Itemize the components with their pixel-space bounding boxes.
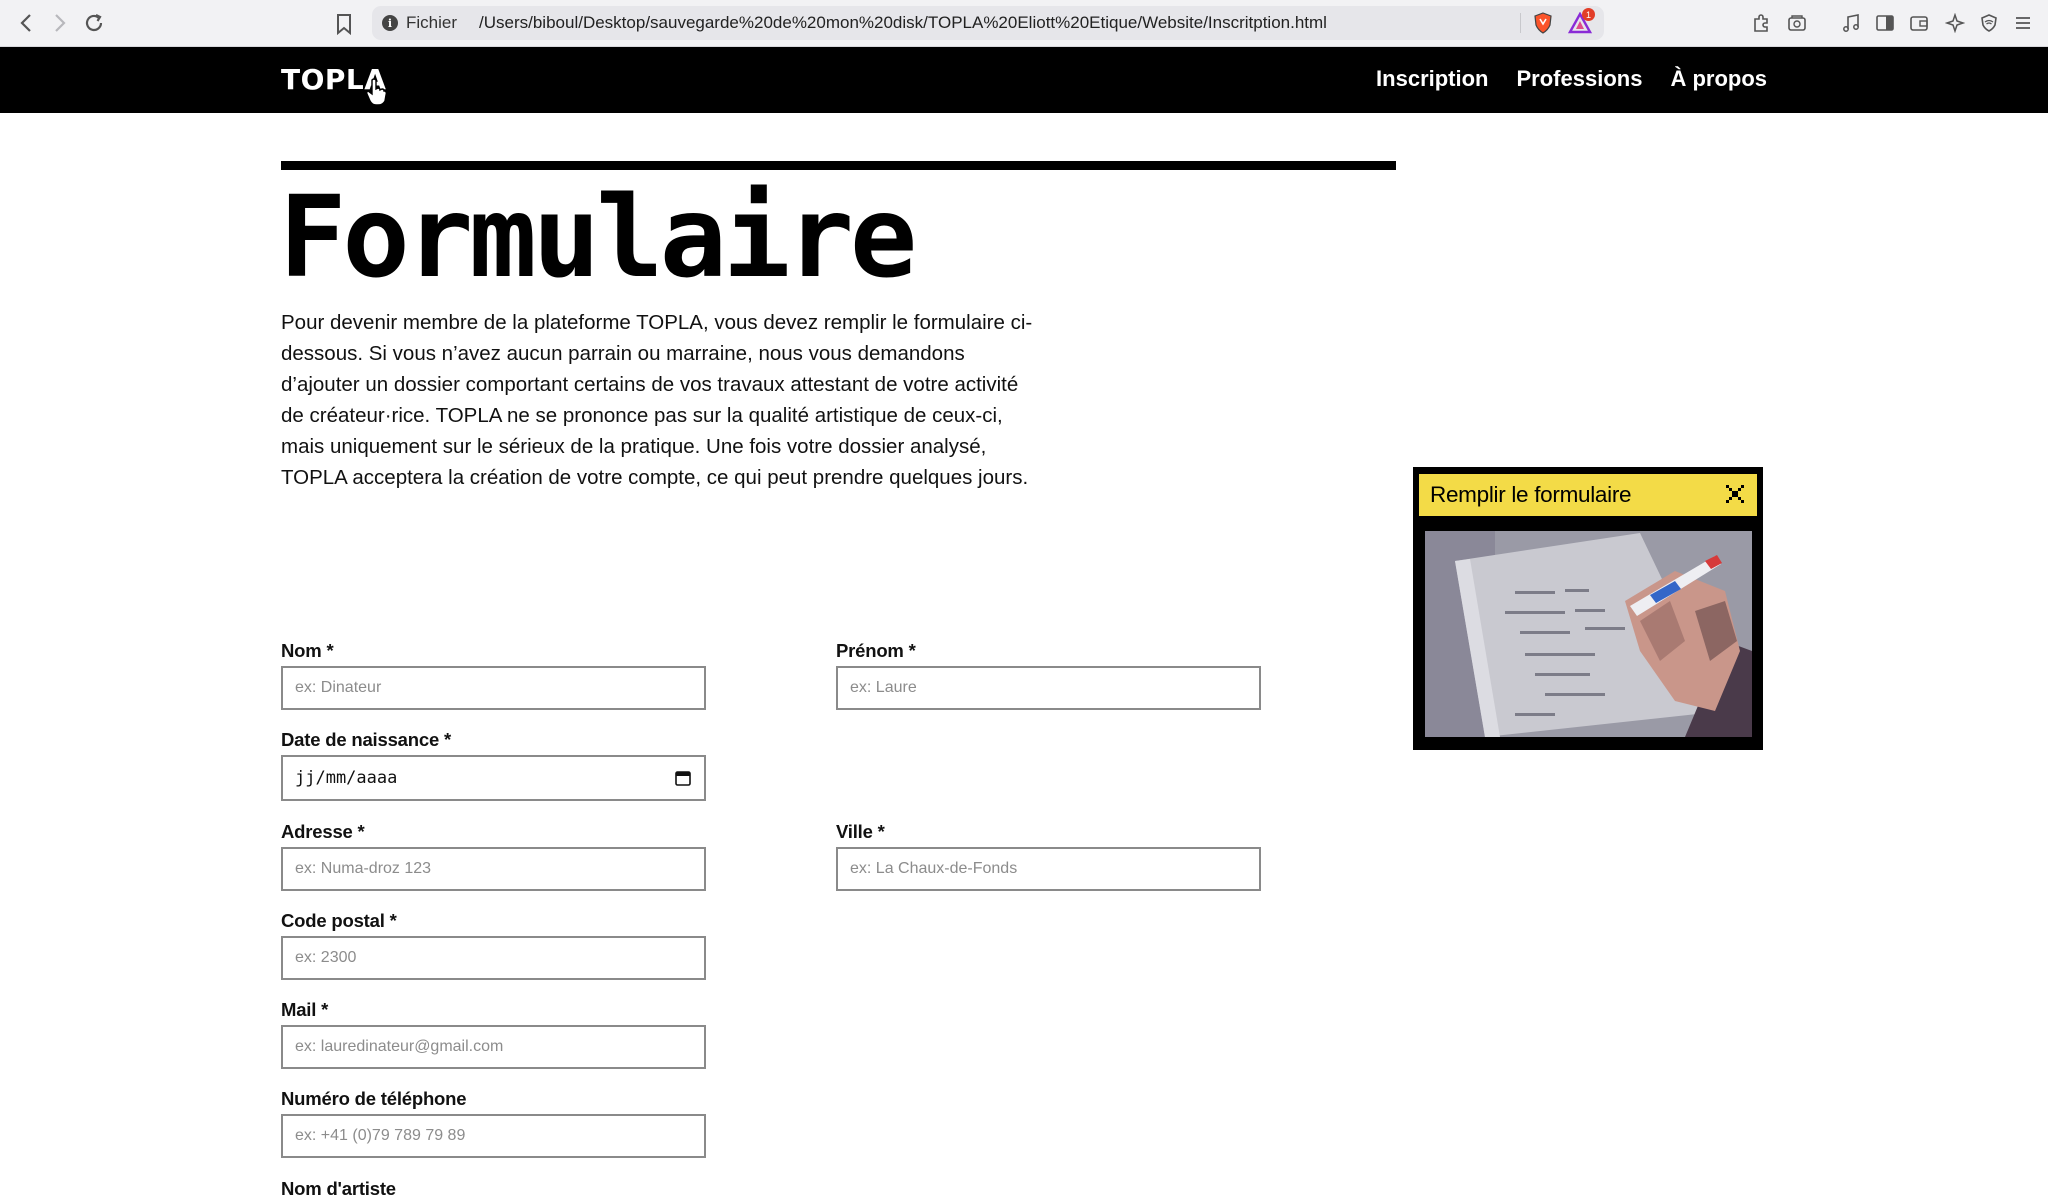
- forward-icon[interactable]: [44, 8, 76, 38]
- close-icon[interactable]: [1723, 482, 1747, 506]
- prenom-label: Prénom *: [836, 640, 916, 661]
- main-nav: Inscription Professions À propos: [1376, 66, 1767, 92]
- telephone-input[interactable]: [281, 1114, 706, 1158]
- adresse-input[interactable]: [281, 847, 706, 891]
- address-divider: [1520, 13, 1521, 33]
- nav-inscription[interactable]: Inscription: [1376, 66, 1488, 92]
- popup-title: Remplir le formulaire: [1430, 482, 1632, 507]
- ville-input[interactable]: [836, 847, 1261, 891]
- bookmark-icon[interactable]: [330, 10, 358, 38]
- menu-icon[interactable]: [2010, 11, 2036, 35]
- leo-ai-icon[interactable]: [1942, 11, 1968, 35]
- site-header: TOPLA Inscription Professions À propos: [0, 47, 2048, 113]
- fill-form-popup: Remplir le formulaire: [1413, 467, 1763, 750]
- rewards-badge: 1: [1582, 8, 1595, 21]
- nav-professions[interactable]: Professions: [1517, 66, 1643, 92]
- vpn-icon[interactable]: [1976, 11, 2002, 35]
- info-icon[interactable]: i: [382, 15, 398, 31]
- mail-label: Mail *: [281, 999, 329, 1020]
- artiste-label: Nom d'artiste: [281, 1178, 396, 1199]
- wallet-icon[interactable]: [1906, 11, 1932, 35]
- extensions-icon[interactable]: [1748, 11, 1774, 35]
- calendar-icon[interactable]: [674, 769, 692, 787]
- prenom-input[interactable]: [836, 666, 1261, 710]
- brave-shield-icon[interactable]: [1532, 12, 1554, 34]
- nom-label: Nom *: [281, 640, 334, 661]
- code-postal-label: Code postal *: [281, 910, 397, 931]
- telephone-label: Numéro de téléphone: [281, 1088, 467, 1109]
- mail-input[interactable]: [281, 1025, 706, 1069]
- back-icon[interactable]: [10, 8, 42, 38]
- sidebar-icon[interactable]: [1872, 11, 1898, 35]
- reload-icon[interactable]: [78, 8, 110, 38]
- birthdate-input[interactable]: jj/mm/aaaa: [281, 755, 706, 801]
- naissance-label: Date de naissance *: [281, 729, 451, 750]
- birthdate-value: jj/mm/aaaa: [295, 768, 398, 788]
- ville-label: Ville *: [836, 821, 885, 842]
- browser-toolbar: i Fichier /Users/biboul/Desktop/sauvegar…: [0, 0, 2048, 47]
- address-bar[interactable]: i Fichier /Users/biboul/Desktop/sauvegar…: [372, 6, 1604, 40]
- url-scheme-label: Fichier: [406, 13, 458, 32]
- adresse-label: Adresse *: [281, 821, 365, 842]
- page-title: Formulaire: [279, 173, 917, 303]
- intro-paragraph: Pour devenir membre de la plateforme TOP…: [281, 311, 1033, 489]
- code-postal-input[interactable]: [281, 936, 706, 980]
- leo-icon[interactable]: [1784, 11, 1810, 35]
- media-icon[interactable]: [1838, 11, 1864, 35]
- nav-a-propos[interactable]: À propos: [1670, 66, 1767, 92]
- writing-hand-image: [1425, 531, 1752, 737]
- url-text[interactable]: /Users/biboul/Desktop/sauvegarde%20de%20…: [479, 13, 1327, 33]
- nom-input[interactable]: [281, 666, 706, 710]
- title-rule: [281, 161, 1396, 170]
- popup-titlebar: Remplir le formulaire: [1419, 474, 1757, 516]
- hand-cursor-icon: [365, 78, 388, 106]
